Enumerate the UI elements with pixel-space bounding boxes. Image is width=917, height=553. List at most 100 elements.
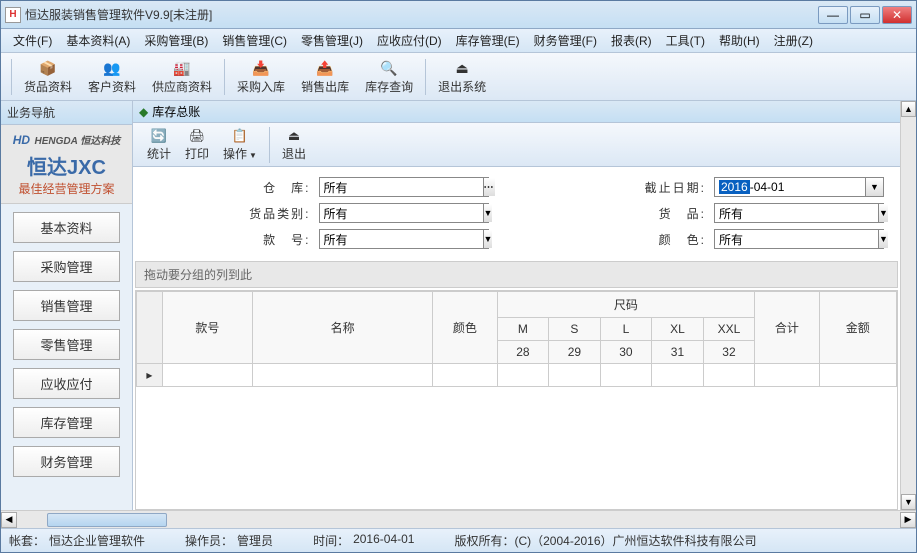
sidebar-item-sales[interactable]: 销售管理 <box>13 290 120 321</box>
maximize-button[interactable]: ▭ <box>850 6 880 24</box>
inbox-icon: 📥 <box>251 58 271 78</box>
ellipsis-icon[interactable]: ⋯ <box>483 178 495 196</box>
exit-icon: ⏏ <box>452 58 472 78</box>
col-amount[interactable]: 金额 <box>819 292 896 364</box>
menu-help[interactable]: 帮助(H) <box>713 30 766 51</box>
status-operator-label: 操作员： <box>185 532 233 549</box>
scroll-left-icon[interactable]: ◀ <box>1 512 17 528</box>
menu-basic[interactable]: 基本资料(A) <box>60 30 136 51</box>
col-style[interactable]: 款号 <box>162 292 252 364</box>
scroll-right-icon[interactable]: ▶ <box>900 512 916 528</box>
minimize-button[interactable]: ― <box>818 6 848 24</box>
toolbar-purchase-in[interactable]: 📥采购入库 <box>229 56 293 97</box>
col-size-s[interactable]: S <box>549 318 601 341</box>
people-icon: 👥 <box>102 58 122 78</box>
menu-inventory[interactable]: 库存管理(E) <box>450 30 526 51</box>
subtool-print[interactable]: 🖨打印 <box>179 125 215 164</box>
scroll-thumb[interactable] <box>47 513 167 527</box>
status-account-value: 恒达企业管理软件 <box>49 532 145 549</box>
chevron-down-icon[interactable]: ▼ <box>878 204 888 222</box>
style-combo[interactable]: ▼ <box>319 229 489 249</box>
menu-sales[interactable]: 销售管理(C) <box>216 30 293 51</box>
toolbar-stock-query[interactable]: 🔍库存查询 <box>357 56 421 97</box>
sidebar-item-basic[interactable]: 基本资料 <box>13 212 120 243</box>
sidebar-item-retail[interactable]: 零售管理 <box>13 329 120 360</box>
sidebar-item-finance[interactable]: 财务管理 <box>13 446 120 477</box>
category-input[interactable] <box>320 204 483 222</box>
subtool-exit[interactable]: ⏏退出 <box>276 125 312 164</box>
col-size-28[interactable]: 28 <box>497 341 549 364</box>
status-copyright: 版权所有：(C)（2004-2016）广州恒达软件科技有限公司 <box>454 532 756 549</box>
sidebar-title: 业务导航 <box>1 101 132 125</box>
col-size-m[interactable]: M <box>497 318 549 341</box>
scroll-up-icon[interactable]: ▲ <box>901 101 916 117</box>
col-size-xl[interactable]: XL <box>652 318 704 341</box>
goods-input[interactable] <box>715 204 878 222</box>
ledger-icon: ◆ <box>139 105 148 119</box>
cutoff-label: 截止日期: <box>545 179 707 196</box>
window-title: 恒达服装销售管理软件V9.9[未注册] <box>25 6 818 23</box>
col-size-32[interactable]: 32 <box>703 341 755 364</box>
warehouse-combo[interactable]: ⋯ <box>319 177 489 197</box>
col-size-31[interactable]: 31 <box>652 341 704 364</box>
col-size-29[interactable]: 29 <box>549 341 601 364</box>
sidebar-item-inventory[interactable]: 库存管理 <box>13 407 120 438</box>
col-color[interactable]: 颜色 <box>433 292 497 364</box>
menu-retail[interactable]: 零售管理(J) <box>295 30 369 51</box>
menu-report[interactable]: 报表(R) <box>605 30 658 51</box>
refresh-icon: 🔄 <box>150 127 168 145</box>
box-icon: 📦 <box>38 58 58 78</box>
sidebar-item-arap[interactable]: 应收应付 <box>13 368 120 399</box>
group-drop-bar[interactable]: 拖动要分组的列到此 <box>135 261 898 288</box>
data-grid[interactable]: 款号 名称 颜色 尺码 合计 金额 M S L XL XXL 28 29 <box>135 290 898 510</box>
scroll-down-icon[interactable]: ▼ <box>901 494 916 510</box>
horizontal-scrollbar[interactable]: ◀ ▶ <box>1 510 916 528</box>
category-label: 货品类别: <box>149 205 311 222</box>
col-size-30[interactable]: 30 <box>600 341 652 364</box>
menu-purchase[interactable]: 采购管理(B) <box>138 30 214 51</box>
status-account-label: 帐套： <box>9 532 45 549</box>
color-label: 颜 色: <box>545 231 707 248</box>
status-time-label: 时间： <box>313 532 349 549</box>
warehouse-input[interactable] <box>320 178 483 196</box>
menu-register[interactable]: 注册(Z) <box>768 30 819 51</box>
printer-icon: 🖨 <box>188 127 206 145</box>
chevron-down-icon[interactable]: ▼ <box>483 230 493 248</box>
cutoff-combo[interactable]: 2016-04-01▼ <box>714 177 884 197</box>
table-row[interactable]: ▸ <box>137 364 897 387</box>
menu-ar-ap[interactable]: 应收应付(D) <box>371 30 448 51</box>
goods-combo[interactable]: ▼ <box>714 203 884 223</box>
warehouse-label: 仓 库: <box>149 179 311 196</box>
col-size-xxl[interactable]: XXL <box>703 318 755 341</box>
col-total[interactable]: 合计 <box>755 292 819 364</box>
chevron-down-icon[interactable]: ▼ <box>483 204 493 222</box>
toolbar-sales-out[interactable]: 📤销售出库 <box>293 56 357 97</box>
style-input[interactable] <box>320 230 483 248</box>
col-name[interactable]: 名称 <box>252 292 432 364</box>
color-input[interactable] <box>715 230 878 248</box>
subtool-operate[interactable]: 📋操作▼ <box>217 125 263 164</box>
chevron-down-icon[interactable]: ▼ <box>865 178 883 196</box>
category-combo[interactable]: ▼ <box>319 203 489 223</box>
status-operator-value: 管理员 <box>237 532 273 549</box>
col-size-group[interactable]: 尺码 <box>497 292 755 318</box>
search-icon: 🔍 <box>379 58 399 78</box>
toolbar-goods[interactable]: 📦货品资料 <box>16 56 80 97</box>
chevron-down-icon: ▼ <box>249 151 257 160</box>
factory-icon: 🏭 <box>172 58 192 78</box>
app-icon: H <box>5 7 21 23</box>
toolbar-supplier[interactable]: 🏭供应商资料 <box>144 56 220 97</box>
toolbar-customer[interactable]: 👥客户资料 <box>80 56 144 97</box>
col-size-l[interactable]: L <box>600 318 652 341</box>
menu-finance[interactable]: 财务管理(F) <box>528 30 603 51</box>
vertical-scrollbar[interactable]: ▲ ▼ <box>900 101 916 510</box>
subtool-stat[interactable]: 🔄统计 <box>141 125 177 164</box>
toolbar-exit[interactable]: ⏏退出系统 <box>430 56 494 97</box>
close-button[interactable]: ✕ <box>882 6 912 24</box>
color-combo[interactable]: ▼ <box>714 229 884 249</box>
sidebar-item-purchase[interactable]: 采购管理 <box>13 251 120 282</box>
logo-block: HD HENGDA 恒达科技 恒达JXC 最佳经营管理方案 <box>1 125 132 204</box>
menu-file[interactable]: 文件(F) <box>7 30 58 51</box>
chevron-down-icon[interactable]: ▼ <box>878 230 888 248</box>
menu-tools[interactable]: 工具(T) <box>660 30 711 51</box>
